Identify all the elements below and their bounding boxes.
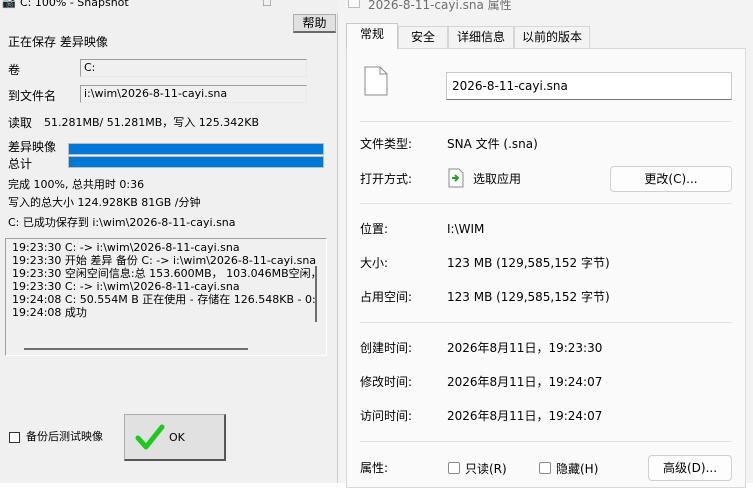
modified-label: 修改时间: bbox=[360, 375, 413, 389]
log-line: 19:23:30 C: -> i:\wim\2026-8-11-cayi.sna bbox=[12, 241, 240, 254]
type-value: SNA 文件 (.sna) bbox=[447, 137, 538, 151]
disk-size-label: 占用空间: bbox=[360, 290, 413, 304]
read-value: 51.281MB/ 51.281MB，写入 125.342KB bbox=[44, 116, 259, 129]
written-size-text: 写入的总大小 124.928KB 81GB /分钟 bbox=[8, 196, 201, 209]
size-label: 大小: bbox=[360, 256, 389, 270]
snapshot-window: 📷 C: 100% - Snapshot ☐ 帮助 正在保存 差异映像 卷 C:… bbox=[0, 0, 338, 483]
properties-title: 2026-8-11-cayi.sna 属性 bbox=[368, 0, 512, 12]
created-label: 创建时间: bbox=[360, 341, 413, 355]
file-name-input[interactable]: 2026-8-11-cayi.sna bbox=[446, 72, 732, 100]
total-progress-fill bbox=[69, 157, 323, 167]
separator bbox=[360, 322, 732, 323]
disk-size-value: 123 MB (129,585,152 字节) bbox=[447, 290, 610, 304]
accessed-label: 访问时间: bbox=[360, 409, 413, 423]
readonly-label: 只读(R) bbox=[465, 462, 507, 476]
tab-previous-versions[interactable]: 以前的版本 bbox=[514, 26, 590, 48]
saved-text: C: 已成功保存到 i:\wim\2026-8-11-cayi.sna bbox=[8, 216, 236, 229]
snapshot-titlebar: 📷 C: 100% - Snapshot ☐ bbox=[0, 0, 338, 13]
log-line: 19:23:30 空闲空间信息:总 153.600MB， 103.046MB空闲… bbox=[12, 267, 322, 280]
log-line: 19:23:30 C: -> i:\wim\2026-8-11-cayi.sna bbox=[12, 280, 240, 293]
hidden-checkbox[interactable] bbox=[539, 462, 551, 474]
verify-checkbox[interactable] bbox=[9, 432, 20, 443]
type-label: 文件类型: bbox=[360, 137, 413, 151]
maximize-icon[interactable]: ☐ bbox=[262, 0, 272, 9]
log-horizontal-scrollbar[interactable] bbox=[24, 348, 248, 350]
file-title-icon bbox=[348, 0, 360, 8]
volume-label: 卷 bbox=[8, 63, 21, 77]
target-label: 到文件名 bbox=[8, 89, 57, 103]
accessed-value: 2026年8月11日，19:24:07 bbox=[447, 409, 603, 423]
file-icon bbox=[364, 66, 388, 96]
created-value: 2026年8月11日，19:23:30 bbox=[447, 341, 603, 355]
verify-label: 备份后测试映像 bbox=[26, 430, 103, 443]
change-button[interactable]: 更改(C)... bbox=[610, 166, 732, 192]
readonly-checkbox[interactable] bbox=[448, 462, 460, 474]
log-vertical-scrollbar[interactable] bbox=[315, 266, 317, 322]
total-progress-bar bbox=[68, 156, 324, 168]
open-with-label: 打开方式: bbox=[360, 172, 413, 186]
ok-button[interactable]: OK bbox=[124, 414, 226, 461]
ok-label: OK bbox=[169, 431, 185, 444]
help-button[interactable]: 帮助 bbox=[293, 14, 336, 33]
attributes-label: 属性: bbox=[360, 461, 389, 475]
log-box[interactable]: 19:23:30 C: -> i:\wim\2026-8-11-cayi.sna… bbox=[5, 238, 327, 356]
snapshot-title: C: 100% - Snapshot bbox=[20, 0, 129, 9]
checkmark-icon bbox=[135, 424, 165, 450]
modified-value: 2026年8月11日，19:24:07 bbox=[447, 375, 603, 389]
log-line: 19:23:30 开始 差异 备份 C: -> i:\wim\2026-8-11… bbox=[12, 254, 317, 267]
separator bbox=[360, 441, 732, 442]
total-label: 总计 bbox=[8, 157, 33, 171]
log-line: 19:24:08 成功 bbox=[12, 306, 87, 319]
diff-progress-fill bbox=[69, 144, 323, 154]
diff-progress-bar bbox=[68, 143, 324, 155]
status-text: 正在保存 差异映像 bbox=[8, 35, 108, 49]
snapshot-app-icon: 📷 bbox=[2, 0, 16, 9]
target-file-field: i:\wim\2026-8-11-cayi.sna bbox=[80, 85, 307, 103]
tab-details[interactable]: 详细信息 bbox=[448, 26, 514, 48]
open-with-app-icon bbox=[448, 168, 464, 188]
properties-window: 2026-8-11-cayi.sna 属性 安全 详细信息 以前的版本 常规 2… bbox=[338, 0, 753, 488]
tab-general[interactable]: 常规 bbox=[346, 23, 398, 49]
complete-text: 完成 100%, 总共用时 0:36 bbox=[8, 178, 145, 191]
log-line: 19:24:08 C: 50.554M B 正在使用 - 存储在 126.548… bbox=[12, 293, 316, 306]
size-value: 123 MB (129,585,152 字节) bbox=[447, 256, 610, 270]
advanced-button[interactable]: 高级(D)... bbox=[648, 455, 732, 481]
diff-image-label: 差异映像 bbox=[8, 140, 57, 154]
read-label: 读取 bbox=[8, 116, 33, 130]
hidden-label: 隐藏(H) bbox=[556, 462, 599, 476]
location-label: 位置: bbox=[360, 222, 389, 236]
location-value: I:\WIM bbox=[447, 222, 485, 236]
tab-security[interactable]: 安全 bbox=[398, 26, 448, 48]
separator bbox=[360, 203, 732, 204]
volume-field: C: bbox=[80, 59, 307, 77]
open-with-value: 选取应用 bbox=[473, 172, 522, 186]
separator bbox=[360, 121, 732, 122]
